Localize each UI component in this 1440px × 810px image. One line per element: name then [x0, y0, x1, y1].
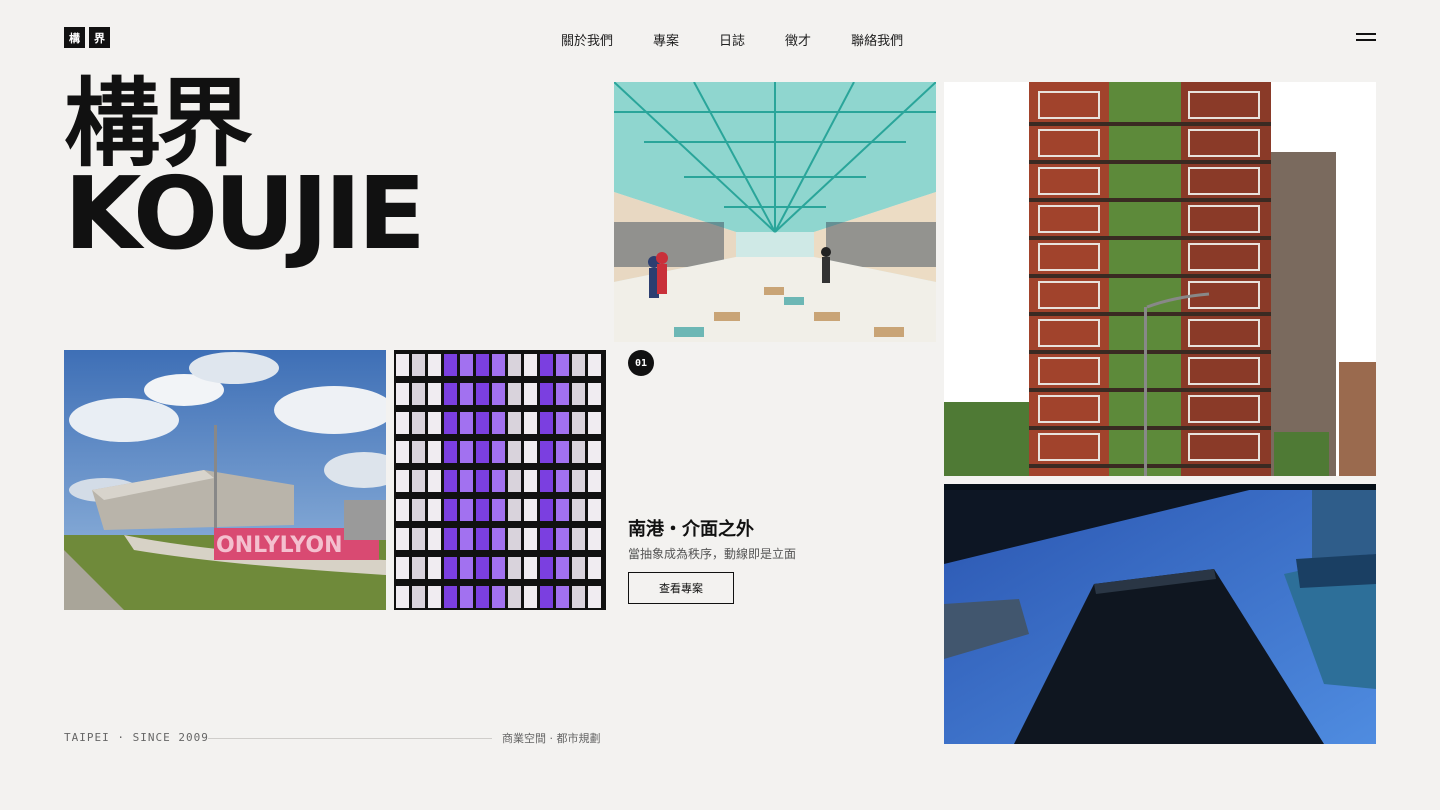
- logo-char-1: 構: [64, 27, 85, 48]
- image-mall[interactable]: [614, 82, 936, 342]
- image-lyon[interactable]: ONLYLYON: [64, 350, 386, 610]
- project-index-badge: 01: [628, 350, 654, 376]
- main-nav: 關於我們 專案 日誌 徵才 聯絡我們: [561, 30, 903, 49]
- nav-contact[interactable]: 聯絡我們: [851, 30, 903, 49]
- footer-services: 商業空間 · 都市規劃: [502, 732, 601, 745]
- image-tower[interactable]: [944, 82, 1376, 476]
- nav-journal[interactable]: 日誌: [719, 30, 745, 49]
- nav-careers[interactable]: 徵才: [785, 30, 811, 49]
- image-sky[interactable]: [944, 484, 1376, 744]
- image-facade[interactable]: [394, 350, 606, 610]
- logo-char-2: 界: [89, 27, 110, 48]
- hamburger-icon[interactable]: [1356, 33, 1376, 43]
- nav-about[interactable]: 關於我們: [561, 30, 613, 49]
- nav-projects[interactable]: 專案: [653, 30, 679, 49]
- project-title: 南港・介面之外: [628, 519, 754, 540]
- project-subtitle: 當抽象成為秩序，動線即是立面: [628, 547, 797, 561]
- view-project-button[interactable]: 查看專案: [628, 572, 734, 604]
- hero-title: 構界 KOUJIE: [64, 76, 426, 273]
- footer-divider: [208, 738, 492, 739]
- footer-location: TAIPEI · SINCE 2009: [64, 731, 209, 744]
- hero-title-en: KOUJIE: [64, 155, 426, 273]
- logo[interactable]: 構 界: [64, 27, 110, 48]
- svg-text:ONLYLYON: ONLYLYON: [216, 533, 343, 558]
